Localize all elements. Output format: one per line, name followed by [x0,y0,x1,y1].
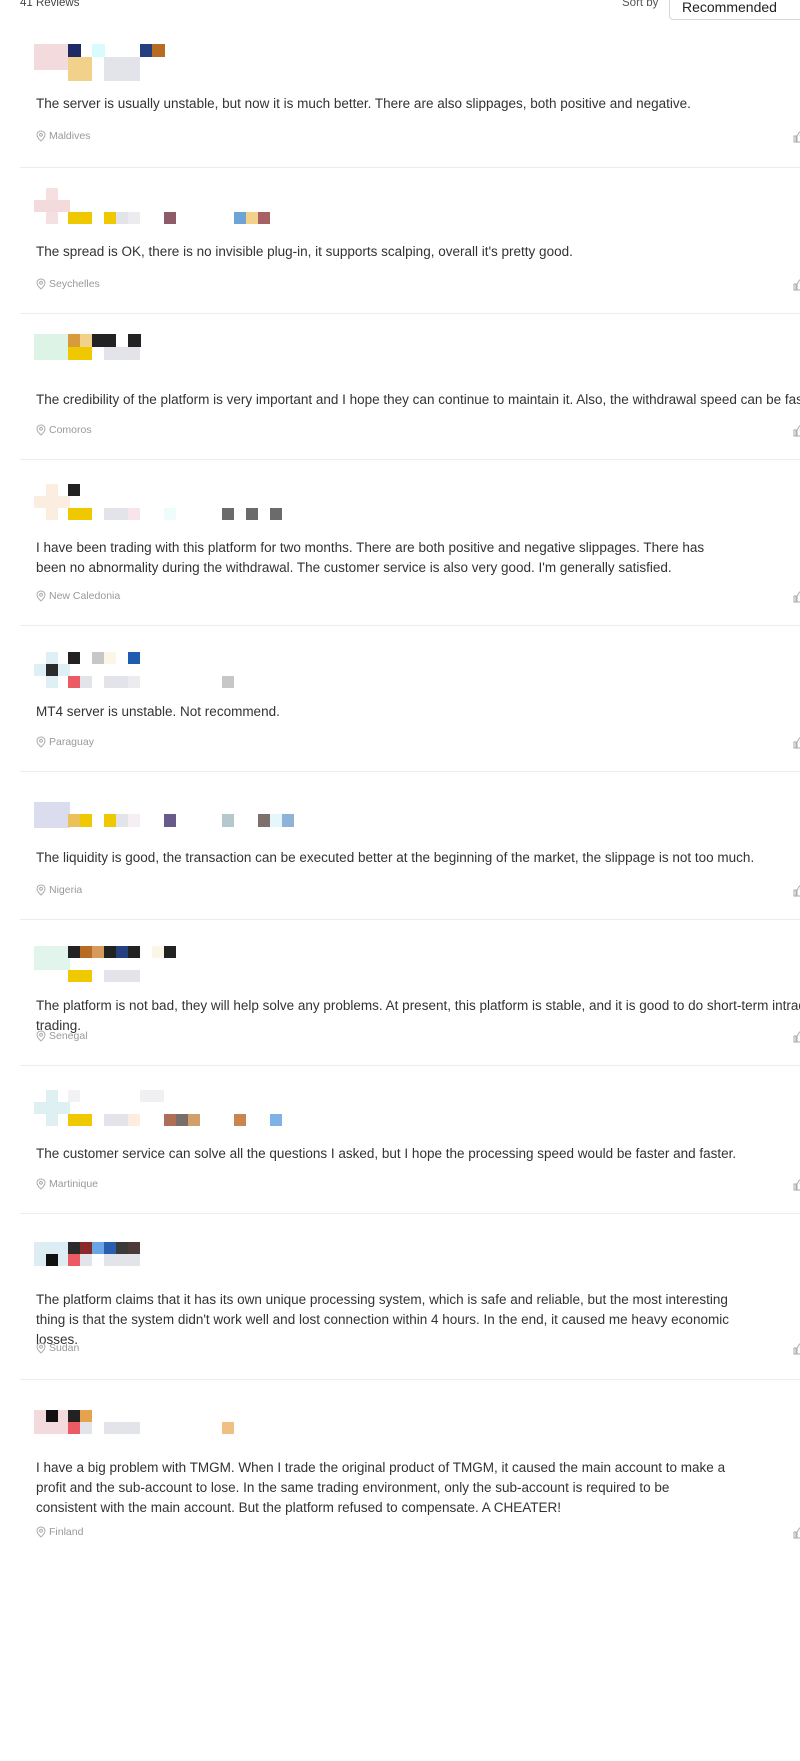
review-text: I have a big problem with TMGM. When I t… [36,1460,729,1515]
location-pin-icon [36,1030,46,1042]
thumbs-up-icon[interactable] [792,1030,800,1044]
review-location: Paraguay [36,736,94,748]
thumbs-up-icon[interactable] [792,130,800,144]
location-label: Martinique [49,1178,99,1190]
review-location: Finland [36,1526,83,1538]
thumbs-up-icon[interactable] [792,1178,800,1192]
review-location: Senegal [36,1030,88,1042]
thumbs-up-icon[interactable] [792,278,800,292]
location-pin-icon [36,1526,46,1538]
review-card: I have been trading with this platform f… [20,460,800,626]
review-text: I have been trading with this platform f… [36,540,708,575]
review-location: Comoros [36,424,92,436]
location-label: Comoros [49,424,92,436]
reviews-toolbar: 41 Reviews Sort by Recommended [0,0,800,24]
review-text: The server is usually unstable, but now … [36,96,691,111]
location-label: New Caledonia [49,590,121,602]
review-card: I have a big problem with TMGM. When I t… [20,1380,800,1761]
review-text: The platform is not bad, they will help … [36,998,800,1033]
location-pin-icon [36,130,46,142]
review-text: The spread is OK, there is no invisible … [36,244,573,259]
review-location: Sudan [36,1342,79,1354]
review-text: The platform claims that it has its own … [36,1292,733,1347]
thumbs-up-icon[interactable] [792,1526,800,1540]
avatar [34,1242,314,1282]
review-text: MT4 server is unstable. Not recommend. [36,704,280,719]
review-card: The liquidity is good, the transaction c… [20,772,800,920]
avatar [34,484,314,524]
location-label: Finland [49,1526,84,1538]
sort-select-value: Recommended [682,0,777,15]
location-pin-icon [36,590,46,602]
avatar [34,334,314,374]
avatar [34,1410,314,1450]
review-card: The platform claims that it has its own … [20,1214,800,1380]
review-location: Martinique [36,1178,98,1190]
avatar [34,44,314,84]
location-pin-icon [36,736,46,748]
location-label: Nigeria [49,884,83,896]
avatar [34,188,314,228]
review-location: Maldives [36,130,90,142]
thumbs-up-icon[interactable] [792,424,800,438]
review-count: 41 Reviews [20,0,80,9]
review-text: The customer service can solve all the q… [36,1146,737,1161]
location-pin-icon [36,884,46,896]
thumbs-up-icon[interactable] [792,736,800,750]
review-card: The server is usually unstable, but now … [20,28,800,168]
review-text: The liquidity is good, the transaction c… [36,850,755,865]
location-label: Sudan [49,1342,80,1354]
thumbs-up-icon[interactable] [792,1342,800,1356]
location-label: Maldives [49,130,91,142]
thumbs-up-icon[interactable] [792,884,800,898]
review-text: The credibility of the platform is very … [36,392,800,407]
review-card: The platform is not bad, they will help … [20,920,800,1066]
avatar [34,652,314,692]
location-pin-icon [36,1342,46,1354]
location-pin-icon [36,1178,46,1190]
sort-by-label: Sort by [622,0,659,9]
review-location: New Caledonia [36,590,120,602]
review-card: MT4 server is unstable. Not recommend. P… [20,626,800,772]
review-location: Seychelles [36,278,100,290]
review-card: The customer service can solve all the q… [20,1066,800,1214]
review-card: The spread is OK, there is no invisible … [20,168,800,314]
location-pin-icon [36,278,46,290]
review-card: The credibility of the platform is very … [20,314,800,460]
avatar [34,802,314,842]
thumbs-up-icon[interactable] [792,590,800,604]
review-location: Nigeria [36,884,82,896]
sort-select[interactable]: Recommended [669,0,800,20]
location-label: Senegal [49,1030,88,1042]
avatar [34,1090,314,1130]
avatar [34,946,314,986]
location-label: Paraguay [49,736,94,748]
location-pin-icon [36,424,46,436]
location-label: Seychelles [49,278,100,290]
